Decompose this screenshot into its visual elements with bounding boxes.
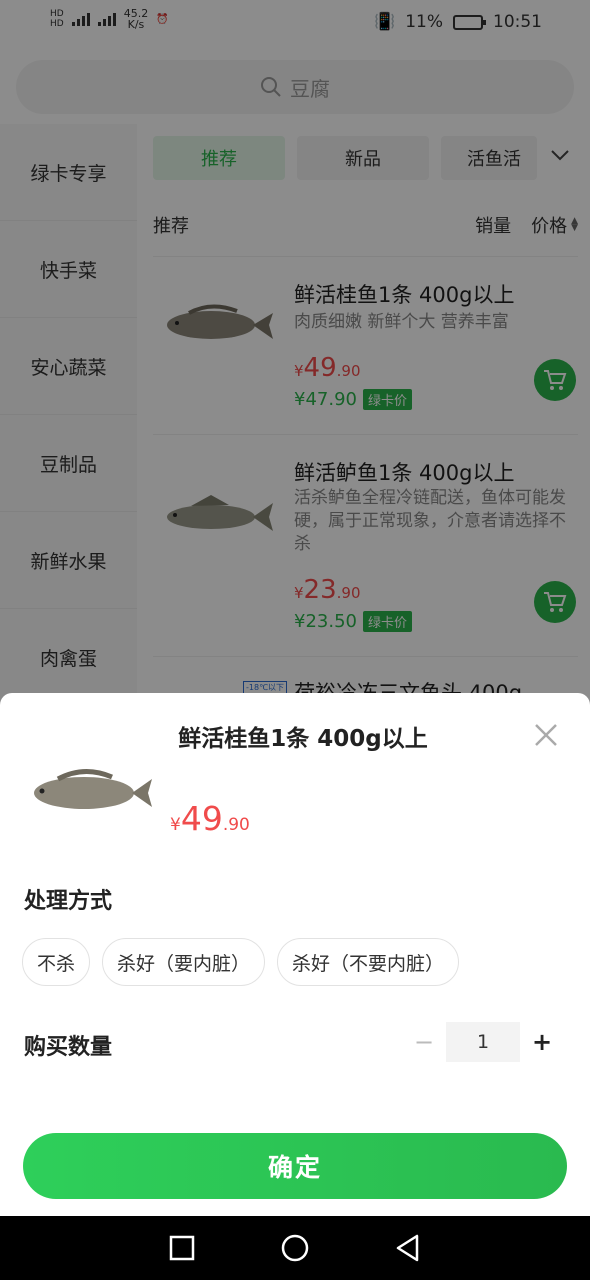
sheet-price: ¥49.90 (170, 799, 250, 838)
quantity-stepper: − 1 + (402, 1022, 564, 1062)
sheet-title: 鲜活桂鱼1条 400g以上 (178, 726, 428, 752)
option-not-killed[interactable]: 不杀 (22, 938, 91, 986)
option-killed-no-innards[interactable]: 杀好（不要内脏） (277, 938, 460, 986)
process-options: 不杀 杀好（要内脏） 杀好（不要内脏） (22, 938, 460, 986)
decrease-button[interactable]: − (402, 1022, 446, 1062)
currency: ¥ (170, 815, 181, 835)
confirm-button[interactable]: 确定 (23, 1133, 567, 1199)
option-killed-with-innards[interactable]: 杀好（要内脏） (102, 938, 266, 986)
price-dec: .90 (222, 815, 250, 835)
process-label: 处理方式 (24, 889, 113, 914)
close-icon[interactable] (532, 721, 560, 749)
increase-button[interactable]: + (520, 1022, 564, 1062)
home-icon[interactable] (281, 1234, 309, 1262)
system-nav-bar (0, 1216, 590, 1280)
product-image-mandarin-fish (34, 769, 152, 809)
quantity-label: 购买数量 (24, 1035, 113, 1060)
recents-icon[interactable] (169, 1235, 195, 1261)
quantity-input[interactable]: 1 (446, 1022, 520, 1062)
back-icon[interactable] (395, 1234, 421, 1262)
price-int: 49 (180, 799, 223, 838)
spec-bottom-sheet: 鲜活桂鱼1条 400g以上 ¥49.90 处理方式 不杀 杀好（要内脏） 杀好（… (0, 693, 590, 1216)
